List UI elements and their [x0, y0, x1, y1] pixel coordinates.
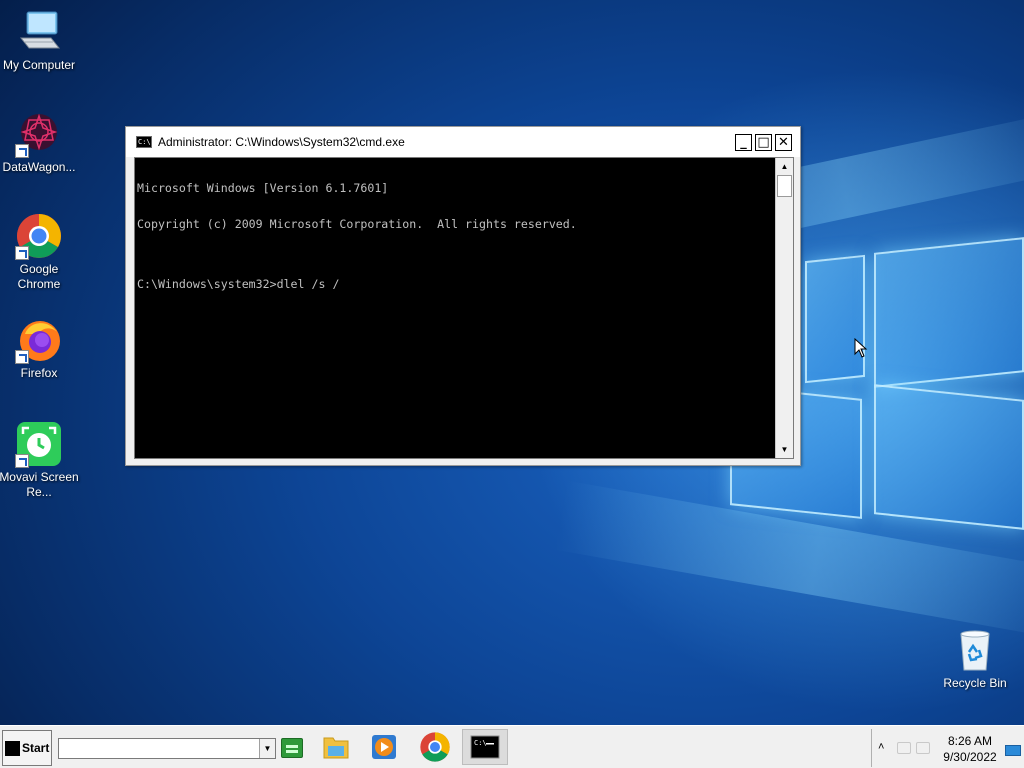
media-player-icon — [372, 735, 396, 759]
movavi-icon — [15, 420, 63, 468]
wallpaper-pane — [874, 237, 1024, 388]
shortcut-arrow-icon — [15, 144, 29, 158]
go-button[interactable] — [281, 738, 303, 758]
maximize-button[interactable]: □ — [755, 134, 772, 151]
taskbar: Start ▼ C:\ ˄ 8:26 AM 9/30/2022 — [0, 725, 1024, 768]
desktop-icon-datawagon[interactable]: DataWagon... — [0, 110, 79, 175]
window-controls: _ □ ✕ — [735, 134, 792, 151]
desktop-icon-firefox[interactable]: Firefox — [0, 316, 79, 381]
desktop-icon-my-computer[interactable]: My Computer — [0, 8, 79, 73]
address-input[interactable]: ▼ — [58, 738, 276, 759]
close-button[interactable]: ✕ — [775, 134, 792, 151]
shortcut-arrow-icon — [15, 350, 29, 364]
minimize-button[interactable]: _ — [735, 134, 752, 151]
desktop-icon-label: Firefox — [20, 366, 58, 380]
recycle-bin-icon — [951, 626, 999, 674]
clock[interactable]: 8:26 AM 9/30/2022 — [934, 733, 1006, 765]
shortcut-arrow-icon — [15, 246, 29, 260]
wallpaper-pane — [874, 384, 1024, 530]
notification-icon[interactable] — [1005, 745, 1021, 756]
chrome-icon — [420, 732, 450, 762]
desktop-icon-label: My Computer — [2, 58, 76, 72]
vertical-scrollbar[interactable]: ▲ ▼ — [775, 158, 793, 458]
desktop-icon-google-chrome[interactable]: Google Chrome — [0, 212, 79, 292]
shortcut-arrow-icon — [15, 454, 29, 468]
console-output[interactable]: Microsoft Windows [Version 6.1.7601] Cop… — [137, 158, 775, 458]
desktop-icon-recycle-bin[interactable]: Recycle Bin — [935, 626, 1015, 691]
clock-date: 9/30/2022 — [943, 750, 997, 764]
window-title: Administrator: C:\Windows\System32\cmd.e… — [158, 135, 405, 149]
start-label: Start — [22, 741, 50, 755]
show-hidden-icons-icon[interactable]: ˄ — [878, 741, 884, 753]
system-tray: ˄ 8:26 AM 9/30/2022 — [871, 729, 1024, 767]
desktop: My Computer DataWagon... Google Chrome F… — [0, 0, 1024, 725]
desktop-icon-label: Google Chrome — [17, 262, 61, 291]
console-area[interactable]: Microsoft Windows [Version 6.1.7601] Cop… — [134, 157, 794, 459]
scroll-down-icon[interactable]: ▼ — [776, 441, 793, 458]
cmd-icon: C:\ — [136, 136, 152, 148]
desktop-icon-label: Movavi Screen Re... — [0, 470, 79, 499]
chevron-down-icon[interactable]: ▼ — [259, 739, 275, 758]
cmd-icon: C:\ — [470, 735, 500, 759]
computer-icon — [15, 8, 63, 56]
console-line: Copyright (c) 2009 Microsoft Corporation… — [137, 217, 577, 231]
file-explorer-icon — [323, 737, 349, 759]
cmd-titlebar[interactable]: C:\ Administrator: C:\Windows\System32\c… — [126, 127, 800, 157]
datawagon-icon — [15, 110, 63, 158]
chrome-icon — [15, 212, 63, 260]
taskbar-cmd[interactable]: C:\ — [462, 729, 508, 765]
cmd-window[interactable]: C:\ Administrator: C:\Windows\System32\c… — [125, 126, 801, 466]
desktop-icon-movavi[interactable]: Movavi Screen Re... — [0, 420, 79, 500]
desktop-icon-label: DataWagon... — [2, 160, 76, 174]
mouse-cursor-icon — [854, 337, 868, 361]
network-icon[interactable] — [897, 742, 911, 754]
firefox-icon — [15, 316, 63, 364]
scroll-thumb[interactable] — [777, 175, 792, 197]
desktop-icon-label: Recycle Bin — [943, 676, 1007, 690]
svg-text:C:\: C:\ — [474, 739, 487, 747]
volume-icon[interactable] — [916, 742, 930, 754]
start-button[interactable]: Start — [2, 730, 52, 766]
console-line: Microsoft Windows [Version 6.1.7601] — [137, 181, 389, 195]
clock-time: 8:26 AM — [947, 734, 993, 748]
start-logo-icon — [5, 740, 20, 756]
scroll-up-icon[interactable]: ▲ — [776, 158, 793, 175]
wallpaper-pane — [805, 254, 865, 384]
taskbar-file-explorer[interactable] — [316, 729, 356, 765]
taskbar-media-player[interactable] — [364, 729, 404, 765]
console-prompt-line[interactable]: C:\Windows\system32>dlel /s / — [137, 278, 775, 290]
taskbar-chrome[interactable] — [415, 729, 455, 765]
